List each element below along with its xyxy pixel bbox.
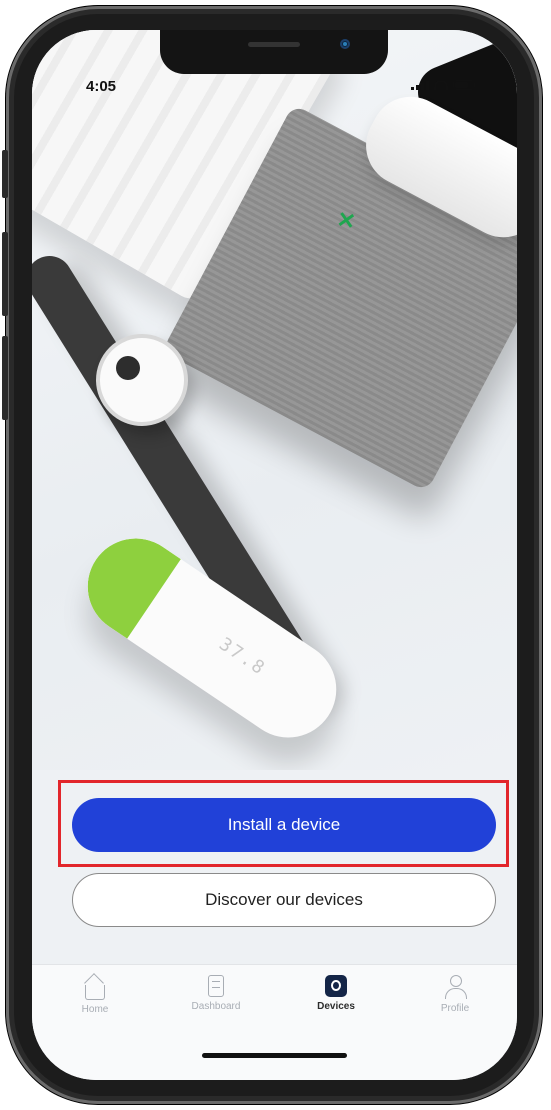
profile-icon (444, 975, 467, 999)
hero-product-image: ✕ 37.8 (32, 30, 517, 770)
mute-switch (2, 150, 8, 198)
tab-home-label: Home (81, 1004, 109, 1015)
watch-face-image (96, 334, 188, 426)
tab-home[interactable]: Home (45, 975, 145, 1015)
status-icons (411, 80, 475, 90)
app-screen: ✕ 37.8 4:05 Install a device Discover ou… (32, 30, 517, 1080)
wifi-icon (434, 80, 448, 90)
tab-bar: Home Dashboard Devices Profile (32, 964, 517, 1080)
volume-down-button (2, 336, 8, 420)
dashboard-icon (208, 975, 224, 997)
thermometer-display: 37.8 (215, 633, 270, 680)
tab-dashboard[interactable]: Dashboard (166, 975, 266, 1012)
tab-profile[interactable]: Profile (405, 975, 505, 1014)
devices-icon (325, 975, 347, 997)
volume-up-button (2, 232, 8, 316)
install-device-button[interactable]: Install a device (72, 798, 496, 852)
tab-devices-label: Devices (317, 1001, 355, 1012)
notch (160, 30, 388, 74)
signal-icon (411, 81, 429, 90)
front-camera-icon (340, 39, 350, 49)
tab-devices[interactable]: Devices (286, 975, 386, 1012)
tab-profile-label: Profile (440, 1003, 470, 1014)
home-indicator[interactable] (202, 1053, 347, 1058)
discover-devices-button[interactable]: Discover our devices (72, 873, 496, 927)
status-time: 4:05 (86, 78, 117, 95)
home-icon (85, 985, 105, 1000)
tab-dashboard-label: Dashboard (191, 1001, 241, 1012)
battery-icon (453, 80, 475, 90)
